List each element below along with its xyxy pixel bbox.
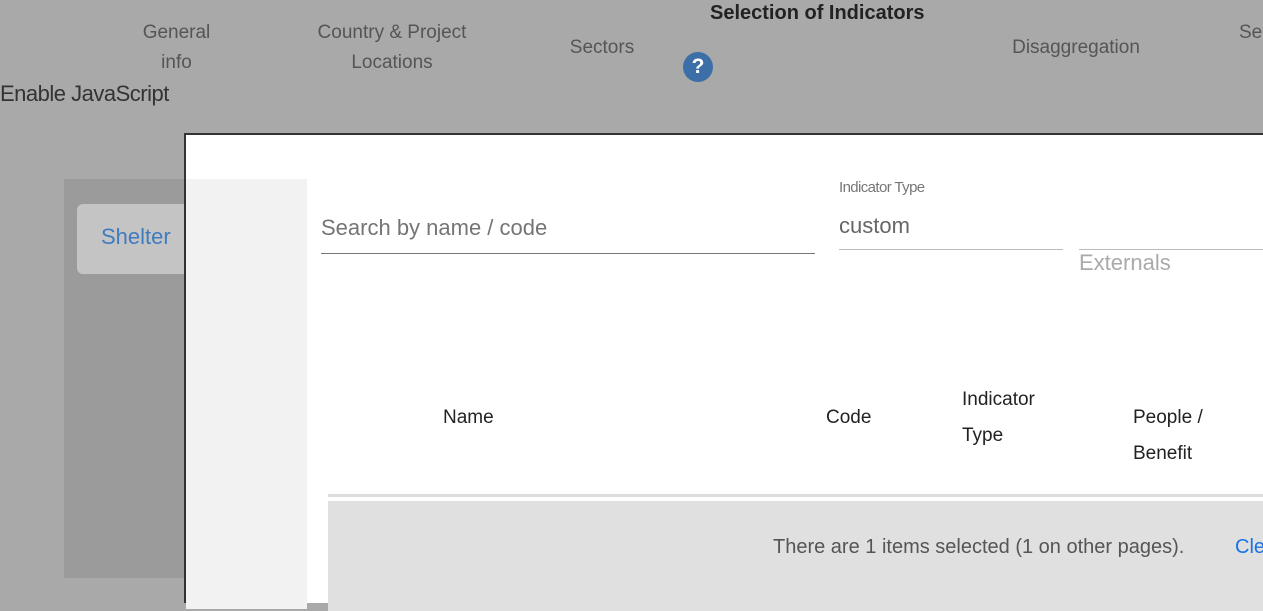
modal-side-panel xyxy=(186,179,307,609)
indicator-type-select[interactable]: custom xyxy=(839,213,1063,250)
nav-step-general-info[interactable]: General info xyxy=(120,18,233,78)
column-header-code[interactable]: Code xyxy=(826,400,871,436)
search-input[interactable] xyxy=(321,203,815,254)
nav-step-country-project-locations[interactable]: Country & Project Locations xyxy=(292,18,492,78)
clear-selection-link[interactable]: Cle xyxy=(1235,536,1263,559)
nav-step-sectors[interactable]: Sectors xyxy=(552,33,652,63)
column-header-name[interactable]: Name xyxy=(443,400,494,436)
help-icon[interactable]: ? xyxy=(683,52,713,82)
selection-info-text: There are 1 items selected (1 on other p… xyxy=(773,536,1185,558)
externals-field[interactable]: Externals xyxy=(1079,250,1171,276)
table-header-divider xyxy=(328,494,1263,497)
indicator-modal: Indicator Type custom Externals Name Cod… xyxy=(184,133,1263,611)
nav-step-next[interactable]: Se xyxy=(1239,18,1262,48)
sidebar-item-label: Shelter xyxy=(101,224,171,249)
nav-step-selection-of-indicators[interactable]: Selection of Indicators xyxy=(710,2,924,25)
indicator-type-label: Indicator Type xyxy=(839,179,925,196)
nav-step-disaggregation[interactable]: Disaggregation xyxy=(996,33,1156,63)
column-header-indicator-type[interactable]: Indicator Type xyxy=(962,382,1062,454)
noscript-text: Enable JavaScript xyxy=(0,81,169,106)
column-header-people-benefit[interactable]: People / Benefit xyxy=(1133,400,1233,472)
